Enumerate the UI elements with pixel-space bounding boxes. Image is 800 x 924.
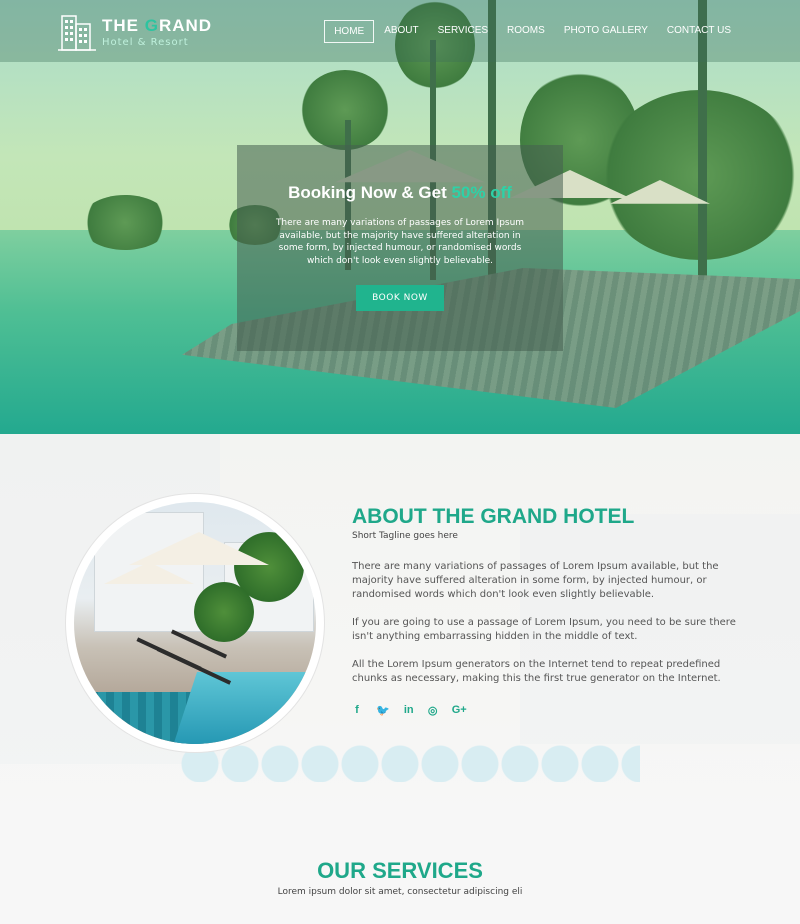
- facebook-icon[interactable]: f: [352, 704, 362, 717]
- main-nav: HOME ABOUT SERVICES ROOMS PHOTO GALLERY …: [323, 20, 740, 43]
- logo-subtitle: Hotel & Resort: [102, 37, 189, 48]
- twitter-icon[interactable]: 🐦: [376, 704, 390, 717]
- booking-panel: Booking Now & Get 50% off There are many…: [237, 145, 563, 351]
- nav-photo-gallery[interactable]: PHOTO GALLERY: [555, 20, 657, 43]
- nav-home[interactable]: HOME: [324, 20, 375, 43]
- nav-contact-us[interactable]: CONTACT US: [658, 20, 740, 43]
- tree-decor: [80, 195, 170, 250]
- about-paragraph-1: There are many variations of passages of…: [352, 561, 719, 600]
- nav-services[interactable]: SERVICES: [429, 20, 497, 43]
- linkedin-icon[interactable]: in: [404, 704, 414, 717]
- about-paragraph-3: All the Lorem Ipsum generators on the In…: [352, 659, 721, 684]
- about-paragraph-2: If you are going to use a passage of Lor…: [352, 617, 736, 642]
- book-now-button[interactable]: BOOK NOW: [356, 285, 444, 311]
- services-subtitle: Lorem ipsum dolor sit amet, consectetur …: [277, 887, 523, 897]
- hero-banner: THE GRAND Hotel & Resort HOME ABOUT SERV…: [0, 0, 800, 434]
- google-plus-icon[interactable]: G+: [452, 704, 467, 717]
- about-tagline: Short Tagline goes here: [352, 531, 458, 541]
- instagram-icon[interactable]: ◎: [428, 704, 438, 717]
- about-title: ABOUT THE GRAND HOTEL: [352, 505, 635, 528]
- social-links: f 🐦 in ◎ G+: [352, 704, 467, 717]
- about-photo: [74, 502, 316, 744]
- nav-rooms[interactable]: ROOMS: [498, 20, 554, 43]
- booking-headline: Booking Now & Get 50% off: [288, 183, 512, 202]
- building-icon: [58, 12, 96, 52]
- logo-text: THE GRAND Hotel & Resort: [102, 16, 212, 48]
- booking-text: There are many variations of passages of…: [275, 218, 525, 266]
- logo[interactable]: THE GRAND Hotel & Resort: [58, 12, 212, 52]
- services-title: OUR SERVICES: [317, 858, 483, 883]
- logo-title: THE GRAND: [102, 16, 213, 35]
- nav-about[interactable]: ABOUT: [375, 20, 427, 43]
